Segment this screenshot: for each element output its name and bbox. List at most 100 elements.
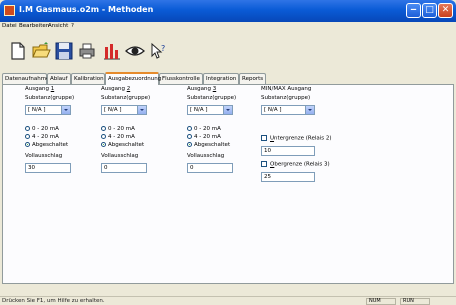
- substance-label: Substanz(gruppe): [25, 95, 75, 101]
- toolbar: ?: [0, 33, 456, 67]
- radio-circle-icon[interactable]: [101, 126, 106, 131]
- menu-ansicht[interactable]: Ansicht: [48, 23, 68, 29]
- radio-label: Abgeschaltet: [108, 142, 145, 148]
- app-icon: [4, 5, 15, 16]
- radio-label: 4 - 20 mA: [32, 134, 59, 140]
- open-folder-icon[interactable]: [31, 41, 51, 61]
- radio-circle-icon[interactable]: [101, 134, 106, 139]
- substance-label: Substanz(gruppe): [187, 95, 237, 101]
- substance-label: Substanz(gruppe): [261, 95, 311, 101]
- status-bar: Drücken Sie F1, um Hilfe zu erhalten. NU…: [0, 296, 456, 305]
- lower-limit-input[interactable]: 10: [261, 146, 315, 156]
- output-title-prefix: Ausgang: [101, 86, 127, 92]
- radio-0-20ma[interactable]: 0 - 20 mA: [187, 126, 221, 132]
- radio-abgeschaltet[interactable]: Abgeschaltet: [187, 142, 230, 148]
- menu-bearbeiten[interactable]: Bearbeiten: [19, 23, 49, 29]
- output-title-prefix: Ausgang: [25, 86, 51, 92]
- substance-select-value: [ N/A ]: [264, 107, 282, 113]
- tab-flusskontrolle[interactable]: Flusskontrolle: [159, 73, 203, 84]
- radio-label: Abgeschaltet: [194, 142, 231, 148]
- radio-label: 0 - 20 mA: [108, 126, 135, 132]
- new-file-icon[interactable]: [8, 41, 28, 61]
- print-icon[interactable]: [77, 41, 97, 61]
- radio-0-20ma[interactable]: 0 - 20 mA: [101, 126, 135, 132]
- radio-circle-selected-icon[interactable]: [25, 142, 30, 147]
- radio-circle-icon[interactable]: [25, 134, 30, 139]
- output-title-number: 1: [50, 86, 55, 92]
- radio-label: 0 - 20 mA: [194, 126, 221, 132]
- chevron-down-icon[interactable]: [61, 106, 70, 114]
- application-window: I.M Gasmaus.o2m - Methoden ‒ □ ✕ Datei B…: [0, 0, 456, 305]
- full-scale-label: Vollausschlag: [25, 153, 63, 159]
- menu-help[interactable]: ?: [71, 23, 74, 29]
- svg-text:?: ?: [161, 44, 165, 53]
- upper-limit-label: bergrenze (Relais 3): [274, 161, 330, 168]
- tab-reports[interactable]: Reports: [239, 73, 266, 84]
- full-scale-label: Vollausschlag: [187, 153, 225, 159]
- upper-limit-input[interactable]: 25: [261, 172, 315, 182]
- radio-circle-selected-icon[interactable]: [187, 142, 192, 147]
- radio-abgeschaltet[interactable]: Abgeschaltet: [25, 142, 68, 148]
- radio-circle-icon[interactable]: [187, 134, 192, 139]
- status-pane-run: RUN: [400, 298, 430, 305]
- radio-0-20ma[interactable]: 0 - 20 mA: [25, 126, 59, 132]
- minmax-title: MIN/MAX Ausgang: [261, 86, 312, 92]
- close-button[interactable]: ✕: [438, 3, 453, 18]
- substance-select[interactable]: [ N/A ]: [25, 105, 71, 115]
- radio-circle-selected-icon[interactable]: [101, 142, 106, 147]
- radio-4-20ma[interactable]: 4 - 20 mA: [101, 134, 135, 140]
- help-pointer-icon[interactable]: ?: [148, 41, 168, 61]
- radio-circle-icon[interactable]: [187, 126, 192, 131]
- substance-select-value: [ N/A ]: [190, 107, 208, 113]
- lower-limit-label: ntergrenze (Relais 2): [274, 135, 332, 142]
- full-scale-label: Vollausschlag: [101, 153, 139, 159]
- output-title-number: 2: [126, 86, 131, 92]
- full-scale-input[interactable]: 0: [101, 163, 147, 173]
- radio-abgeschaltet[interactable]: Abgeschaltet: [101, 142, 144, 148]
- maximize-button[interactable]: □: [422, 3, 437, 18]
- radio-circle-icon[interactable]: [25, 126, 30, 131]
- tab-ablauf[interactable]: Ablauf: [47, 73, 71, 84]
- tab-ausgabezuordnung[interactable]: Ausgabezuordnung: [105, 72, 161, 85]
- tab-kalibration[interactable]: Kalibration: [71, 73, 105, 84]
- checkbox-icon[interactable]: [261, 161, 267, 167]
- full-scale-input[interactable]: 30: [25, 163, 71, 173]
- menu-bar: Datei Bearbeiten Ansicht ?: [0, 22, 456, 32]
- radio-label: 0 - 20 mA: [32, 126, 59, 132]
- chart-bars-icon[interactable]: [102, 41, 122, 61]
- menu-datei[interactable]: Datei: [2, 23, 17, 29]
- substance-select[interactable]: [ N/A ]: [187, 105, 233, 115]
- tab-datenaufnahme[interactable]: Datenaufnahme: [2, 73, 50, 84]
- output-title: Ausgang 3: [187, 86, 216, 92]
- radio-label: Abgeschaltet: [32, 142, 69, 148]
- tab-strip: Datenaufnahme Ablauf Kalibration Ausgabe…: [2, 72, 454, 85]
- chevron-down-icon[interactable]: [137, 106, 146, 114]
- output-title-prefix: Ausgang: [187, 86, 213, 92]
- minimize-button[interactable]: ‒: [406, 3, 421, 18]
- status-pane-num: NUM: [366, 298, 396, 305]
- substance-label: Substanz(gruppe): [101, 95, 151, 101]
- upper-limit-checkbox[interactable]: Obergrenze (Relais 3): [261, 161, 330, 168]
- radio-4-20ma[interactable]: 4 - 20 mA: [25, 134, 59, 140]
- output-title: Ausgang 1: [25, 86, 54, 92]
- radio-label: 4 - 20 mA: [108, 134, 135, 140]
- substance-select[interactable]: [ N/A ]: [101, 105, 147, 115]
- eye-icon[interactable]: [125, 41, 145, 61]
- radio-label: 4 - 20 mA: [194, 134, 221, 140]
- output-title-number: 3: [212, 86, 217, 92]
- checkbox-icon[interactable]: [261, 135, 267, 141]
- title-bar[interactable]: I.M Gasmaus.o2m - Methoden ‒ □ ✕: [0, 0, 456, 22]
- tab-panel-ausgabezuordnung: Ausgang 1 Substanz(gruppe) [ N/A ] 0 - 2…: [2, 84, 454, 284]
- status-text: Drücken Sie F1, um Hilfe zu erhalten.: [2, 298, 105, 304]
- chevron-down-icon[interactable]: [305, 106, 314, 114]
- full-scale-input[interactable]: 0: [187, 163, 233, 173]
- window-title: I.M Gasmaus.o2m - Methoden: [19, 5, 154, 14]
- lower-limit-checkbox[interactable]: Untergrenze (Relais 2): [261, 135, 332, 142]
- substance-select[interactable]: [ N/A ]: [261, 105, 315, 115]
- substance-select-value: [ N/A ]: [104, 107, 122, 113]
- save-disk-icon[interactable]: [54, 41, 74, 61]
- output-title: Ausgang 2: [101, 86, 130, 92]
- tab-integration[interactable]: Integration: [203, 73, 239, 84]
- chevron-down-icon[interactable]: [223, 106, 232, 114]
- radio-4-20ma[interactable]: 4 - 20 mA: [187, 134, 221, 140]
